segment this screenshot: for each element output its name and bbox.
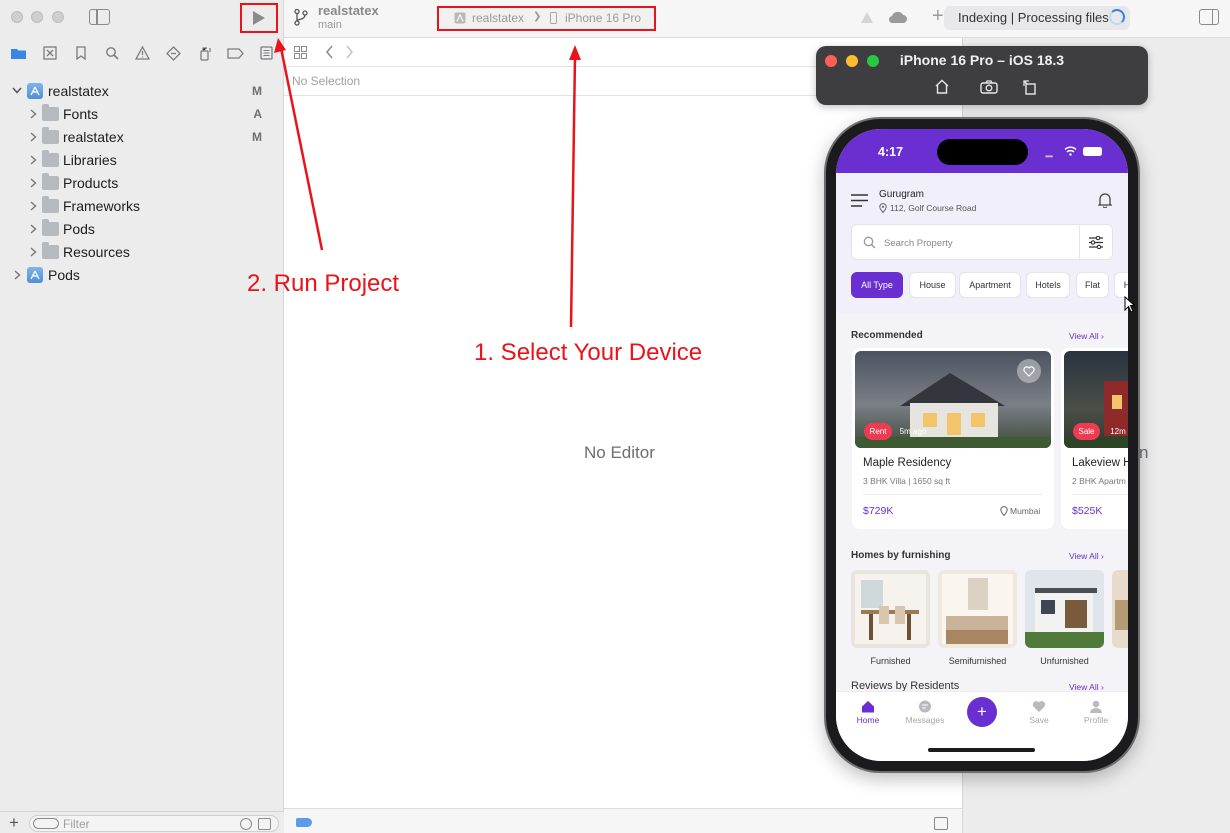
heart-favorite-icon[interactable] bbox=[1017, 359, 1041, 383]
wifi-icon bbox=[1064, 146, 1077, 156]
listing-price: $729K bbox=[863, 505, 894, 517]
add-listing-button[interactable]: + bbox=[967, 697, 997, 727]
rotate-icon[interactable] bbox=[1022, 79, 1038, 95]
address-text: 112, Golf Course Road bbox=[890, 203, 977, 213]
profile-icon bbox=[1090, 700, 1102, 713]
furnished-room-image bbox=[851, 570, 930, 648]
recommended-view-all-link[interactable]: View All › bbox=[1069, 331, 1104, 341]
location-pin-icon bbox=[1000, 506, 1008, 516]
chip-more[interactable]: H bbox=[1114, 272, 1128, 298]
card-divider bbox=[1072, 494, 1128, 495]
simulator-title: iPhone 16 Pro – iOS 18.3 bbox=[899, 52, 1065, 68]
rent-tag: Rent bbox=[864, 423, 892, 440]
unfurnished-label: Unfurnished bbox=[1040, 656, 1089, 666]
search-icon bbox=[863, 236, 876, 249]
city-name: Gurugram bbox=[879, 189, 925, 200]
tab-home[interactable]: Home bbox=[840, 692, 896, 732]
listing-details: 2 BHK Apartm bbox=[1072, 476, 1126, 486]
annotation-run-project: 2. Run Project bbox=[247, 270, 400, 297]
iphone-screen: 4:17 •••• Gurugram 112, Golf Course Road… bbox=[836, 129, 1128, 761]
tab-label: Messages bbox=[905, 715, 945, 725]
recommended-title: Recommended bbox=[851, 330, 923, 341]
tab-label: Save bbox=[1029, 715, 1049, 725]
sale-tag: Sale bbox=[1073, 423, 1100, 440]
tab-profile[interactable]: Profile bbox=[1068, 692, 1124, 732]
unfurnished-house-image bbox=[1025, 570, 1104, 648]
listing-card[interactable]: Sale 12m Lakeview H 2 BHK Apartm $525K bbox=[1061, 348, 1128, 529]
chip-flat[interactable]: Flat bbox=[1076, 272, 1109, 298]
filter-sliders-icon[interactable] bbox=[1089, 236, 1103, 249]
dynamic-island bbox=[937, 139, 1028, 165]
chip-all-type[interactable]: All Type bbox=[851, 272, 903, 298]
simulator-title-bar: iPhone 16 Pro – iOS 18.3 bbox=[816, 46, 1148, 105]
home-indicator[interactable] bbox=[928, 748, 1035, 752]
messages-icon bbox=[919, 700, 931, 713]
listing-card[interactable]: Rent 5m ago Maple Residency 3 BHK Villa … bbox=[852, 348, 1054, 529]
chip-hotels[interactable]: Hotels bbox=[1026, 272, 1070, 298]
tab-label: Home bbox=[856, 715, 880, 725]
listing-location: Mumbai bbox=[1010, 506, 1041, 516]
listing-details: 3 BHK Villa | 1650 sq ft bbox=[863, 476, 951, 486]
screenshot-camera-icon[interactable] bbox=[980, 80, 998, 94]
plus-icon: + bbox=[977, 702, 987, 721]
home-icon bbox=[862, 701, 874, 713]
battery-icon bbox=[1083, 147, 1102, 156]
furnishing-title: Homes by furnishing bbox=[851, 550, 951, 561]
bottom-tab-bar: Home Messages + Save Profile bbox=[836, 691, 1128, 761]
furnished-thumbnail[interactable] bbox=[851, 570, 930, 648]
tab-save[interactable]: Save bbox=[1011, 692, 1067, 732]
arrow-to-device-selector bbox=[569, 45, 581, 328]
heart-icon bbox=[1032, 701, 1046, 712]
listing-title: Maple Residency bbox=[863, 457, 952, 469]
listing-title: Lakeview H bbox=[1072, 457, 1128, 469]
furnished-label: Furnished bbox=[870, 656, 911, 666]
posted-time-badge: 5m ago bbox=[899, 427, 927, 436]
chip-apartment[interactable]: Apartment bbox=[959, 272, 1021, 298]
tab-messages[interactable]: Messages bbox=[897, 692, 953, 732]
search-property-bar[interactable]: Search Property bbox=[851, 224, 1113, 260]
listing-photo: Sale 12m bbox=[1064, 351, 1128, 448]
mouse-cursor-icon bbox=[1124, 296, 1135, 313]
search-placeholder: Search Property bbox=[884, 238, 953, 249]
unfurnished-thumbnail[interactable] bbox=[1025, 570, 1104, 648]
search-divider bbox=[1079, 225, 1080, 259]
home-button-icon[interactable] bbox=[934, 79, 950, 94]
chip-house[interactable]: House bbox=[909, 272, 956, 298]
listing-price: $525K bbox=[1072, 505, 1103, 517]
cellular-dots-icon: •••• bbox=[1045, 152, 1053, 161]
bell-notification-icon[interactable] bbox=[1098, 192, 1112, 208]
semifurnished-room-image bbox=[938, 570, 1017, 648]
semifurnished-label: Semifurnished bbox=[948, 656, 1007, 666]
ios-status-bar: 4:17 •••• bbox=[836, 129, 1128, 173]
clock-time: 4:17 bbox=[878, 145, 904, 159]
arrow-to-run-button bbox=[274, 38, 324, 251]
listing-photo: Rent 5m ago bbox=[855, 351, 1051, 448]
hamburger-menu-icon[interactable] bbox=[851, 194, 868, 207]
screen-root: realstatex M Fonts A realstatex M Librar… bbox=[0, 0, 1230, 833]
annotation-select-device: 1. Select Your Device bbox=[474, 339, 703, 366]
more-room-image bbox=[1112, 570, 1128, 648]
tab-label: Profile bbox=[1083, 715, 1109, 725]
furnishing-view-all-link[interactable]: View All › bbox=[1069, 551, 1104, 561]
location-pin-icon bbox=[879, 203, 887, 213]
posted-time-badge: 12m bbox=[1110, 427, 1126, 436]
semifurnished-thumbnail[interactable] bbox=[938, 570, 1017, 648]
card-divider bbox=[863, 494, 1043, 495]
more-thumbnail[interactable] bbox=[1112, 570, 1128, 648]
